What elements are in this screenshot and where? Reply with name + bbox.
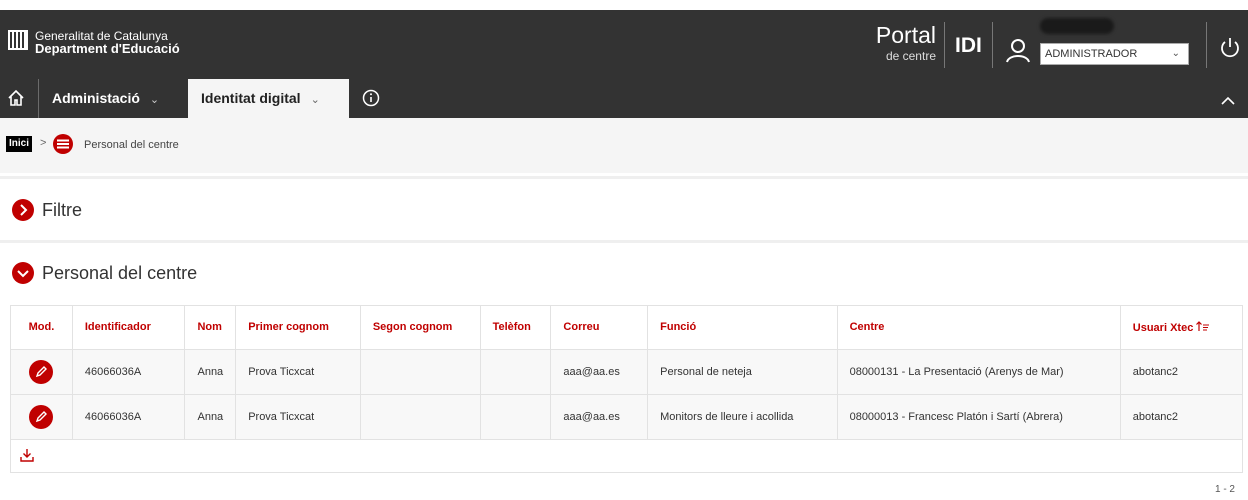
nav-divider xyxy=(38,79,39,118)
portal-subtitle: de centre xyxy=(885,49,936,63)
list-icon xyxy=(53,134,73,154)
cell-primer-cognom: Prova Ticxcat xyxy=(235,349,361,395)
breadcrumb: Inici > Personal del centre xyxy=(0,118,1248,173)
pencil-icon xyxy=(36,365,48,377)
cell-usuari-xtec: abotanc2 xyxy=(1120,394,1242,440)
nav-item-identitat-digital[interactable]: Identitat digital ⌄ xyxy=(188,79,349,118)
page: Generalitat de Catalunya Department d'Ed… xyxy=(0,0,1248,500)
staff-table: Mod. Identificador Nom Primer cognom Seg… xyxy=(11,306,1242,440)
chevron-right-icon xyxy=(20,204,28,216)
section-divider xyxy=(0,176,1248,179)
pencil-icon xyxy=(36,410,48,422)
column-header-nom[interactable]: Nom xyxy=(184,306,237,350)
header-divider xyxy=(992,22,993,68)
column-header-identificador[interactable]: Identificador xyxy=(72,306,186,350)
chevron-down-icon: ⌄ xyxy=(310,94,320,106)
cell-nom: Anna xyxy=(184,394,237,440)
nav-item-administacio[interactable]: Administació ⌄ xyxy=(52,79,182,118)
cell-correu: aaa@aa.es xyxy=(550,394,649,440)
cell-centre: 08000131 - La Presentació (Arenys de Mar… xyxy=(837,349,1121,395)
header-divider xyxy=(1206,22,1207,68)
edit-button[interactable] xyxy=(29,404,54,429)
app-code[interactable]: IDI xyxy=(955,34,982,58)
staff-table-container: Mod. Identificador Nom Primer cognom Seg… xyxy=(10,305,1243,473)
user-name-redacted xyxy=(1040,18,1114,34)
nav-item-label: Administació xyxy=(52,90,140,106)
cell-identificador: 46066036A xyxy=(72,394,186,440)
column-header-mod: Mod. xyxy=(11,306,73,350)
cell-centre: 08000013 - Francesc Platón i Sartí (Abre… xyxy=(837,394,1121,440)
section-divider xyxy=(0,240,1248,243)
cell-segon-cognom xyxy=(360,349,481,395)
generalitat-logo-icon xyxy=(8,30,28,50)
cell-usuari-xtec: abotanc2 xyxy=(1120,349,1242,395)
cell-funcio: Monitors de lleure i acollida xyxy=(647,394,838,440)
cell-segon-cognom xyxy=(360,394,481,440)
nav-item-label: Identitat digital xyxy=(201,90,301,106)
sort-ascending-icon[interactable] xyxy=(1196,320,1210,332)
cell-identificador: 46066036A xyxy=(72,349,186,395)
main-nav: Administació ⌄ Identitat digital ⌄ xyxy=(0,79,1248,118)
info-icon[interactable] xyxy=(362,89,380,107)
home-icon[interactable] xyxy=(7,89,25,107)
breadcrumb-current: Personal del centre xyxy=(84,139,179,151)
chevron-down-icon xyxy=(17,270,29,278)
cell-nom: Anna xyxy=(184,349,237,395)
top-header: Generalitat de Catalunya Department d'Ed… xyxy=(0,10,1248,79)
cell-telefon xyxy=(480,394,552,440)
pagination-info: 1 - 2 xyxy=(1214,484,1235,495)
user-icon[interactable] xyxy=(1005,37,1031,63)
column-header-label: Usuari Xtec xyxy=(1132,321,1194,334)
edit-button[interactable] xyxy=(29,359,54,384)
cell-telefon xyxy=(480,349,552,395)
filter-section-title[interactable]: Filtre xyxy=(42,199,82,221)
role-select-value: ADMINISTRADOR xyxy=(1045,48,1138,60)
column-header-primer-cognom[interactable]: Primer cognom xyxy=(235,306,361,350)
column-header-telefon[interactable]: Telèfon xyxy=(480,306,552,350)
collapse-up-icon[interactable] xyxy=(1221,96,1235,106)
table-header-row: Mod. Identificador Nom Primer cognom Seg… xyxy=(11,306,1242,350)
power-icon[interactable] xyxy=(1219,36,1241,60)
column-header-usuari-xtec[interactable]: Usuari Xtec xyxy=(1120,306,1242,350)
expand-filter-button[interactable] xyxy=(12,199,34,221)
department-name: Department d'Educació xyxy=(35,41,180,56)
column-header-correu[interactable]: Correu xyxy=(550,306,649,350)
column-header-funcio[interactable]: Funció xyxy=(647,306,838,350)
role-select[interactable]: ADMINISTRADOR ⌄ xyxy=(1040,43,1189,65)
list-section-title[interactable]: Personal del centre xyxy=(42,262,197,284)
table-row: 46066036A Anna Prova Ticxcat aaa@aa.es P… xyxy=(11,349,1242,395)
column-header-centre[interactable]: Centre xyxy=(837,306,1121,350)
mod-cell xyxy=(11,349,73,395)
breadcrumb-separator: > xyxy=(40,137,47,149)
chevron-down-icon: ⌄ xyxy=(1171,48,1180,59)
cell-primer-cognom: Prova Ticxcat xyxy=(235,394,361,440)
breadcrumb-home-link[interactable]: Inici xyxy=(6,136,33,152)
header-divider xyxy=(944,22,945,68)
mod-cell xyxy=(11,394,73,440)
collapse-list-button[interactable] xyxy=(12,262,34,284)
column-header-segon-cognom[interactable]: Segon cognom xyxy=(360,306,481,350)
download-icon[interactable] xyxy=(19,447,35,463)
cell-correu: aaa@aa.es xyxy=(550,349,649,395)
table-row: 46066036A Anna Prova Ticxcat aaa@aa.es M… xyxy=(11,394,1242,440)
chevron-down-icon: ⌄ xyxy=(149,94,160,106)
portal-title[interactable]: Portal xyxy=(876,23,936,47)
cell-funcio: Personal de neteja xyxy=(647,349,838,395)
